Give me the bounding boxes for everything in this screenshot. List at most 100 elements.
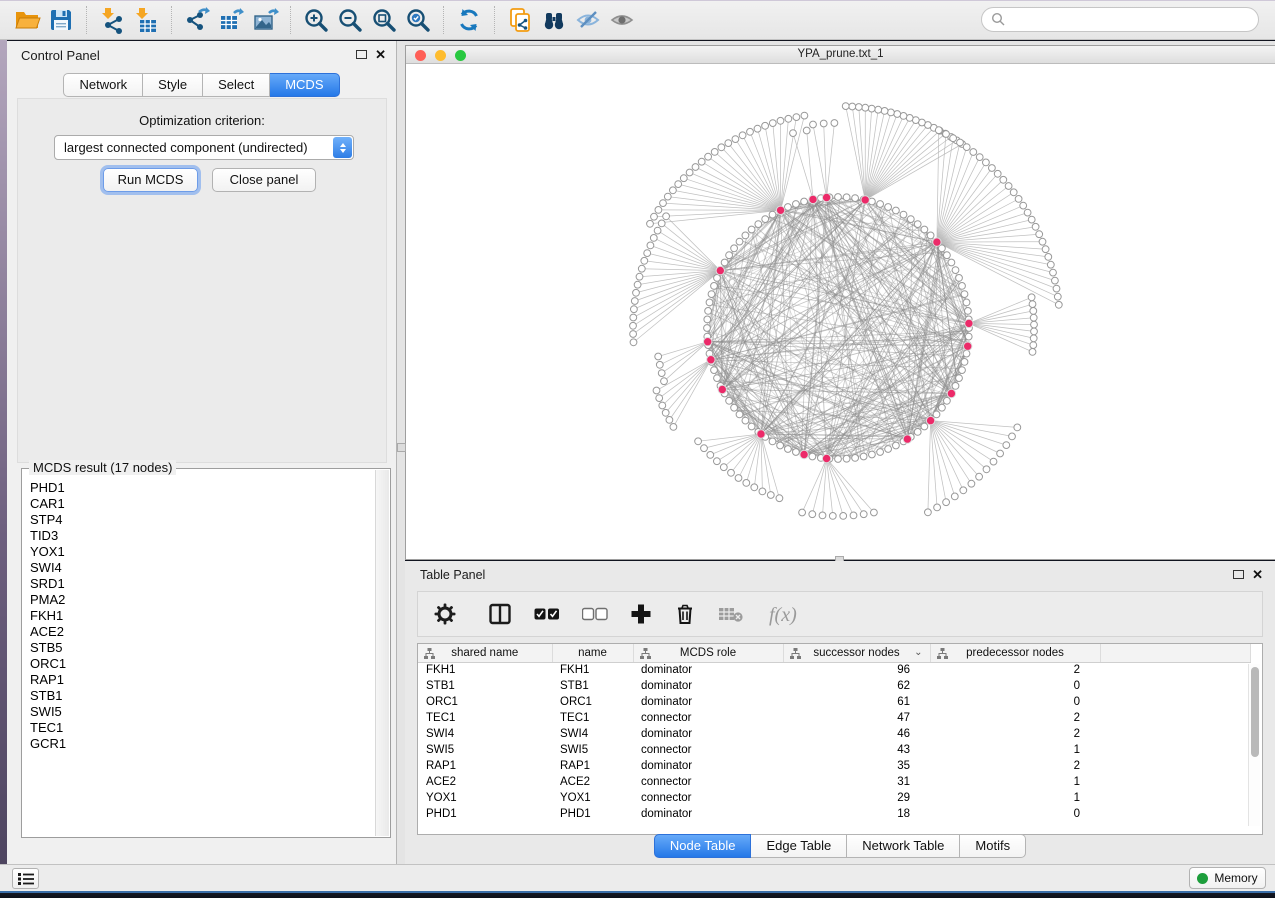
cell-role[interactable]: connector	[633, 710, 783, 726]
find-binoculars-icon[interactable]	[537, 3, 571, 37]
tab-style[interactable]: Style	[143, 73, 203, 97]
delete-table-icon[interactable]	[718, 605, 744, 623]
open-file-icon[interactable]	[10, 3, 44, 37]
tab-network-table[interactable]: Network Table	[847, 834, 960, 858]
column-header-mcds-role[interactable]: MCDS role	[633, 644, 783, 662]
mcds-result-item[interactable]: SWI4	[30, 560, 375, 576]
refresh-icon[interactable]	[452, 3, 486, 37]
table-row[interactable]: SWI5SWI5connector431	[418, 742, 1250, 758]
import-network-icon[interactable]	[95, 3, 129, 37]
mcds-result-item[interactable]: FKH1	[30, 608, 375, 624]
cell-predecessors[interactable]: 0	[930, 678, 1100, 694]
cell-predecessors[interactable]: 2	[930, 726, 1100, 742]
cell-role[interactable]: connector	[633, 774, 783, 790]
window-zoom-icon[interactable]	[455, 50, 466, 61]
table-row[interactable]: TEC1TEC1connector472	[418, 710, 1250, 726]
tab-network[interactable]: Network	[63, 73, 143, 97]
zoom-selected-icon[interactable]	[401, 3, 435, 37]
table-scrollbar[interactable]	[1248, 664, 1260, 826]
window-close-icon[interactable]	[415, 50, 426, 61]
cell-name[interactable]: PHD1	[552, 806, 633, 822]
panel-splitter-vertical[interactable]	[397, 41, 405, 864]
mcds-result-item[interactable]: ACE2	[30, 624, 375, 640]
save-icon[interactable]	[44, 3, 78, 37]
mcds-result-item[interactable]: PMA2	[30, 592, 375, 608]
float-panel-icon[interactable]	[1233, 570, 1244, 579]
cell-role[interactable]: dominator	[633, 662, 783, 678]
table-row[interactable]: ORC1ORC1dominator610	[418, 694, 1250, 710]
criterion-select[interactable]: largest connected component (undirected)	[54, 135, 354, 160]
table-row[interactable]: STB1STB1dominator620	[418, 678, 1250, 694]
table-row[interactable]: ACE2ACE2connector311	[418, 774, 1250, 790]
cell-shared_name[interactable]: STB1	[418, 678, 552, 694]
mcds-result-item[interactable]: PHD1	[30, 480, 375, 496]
column-header-shared-name[interactable]: shared name	[418, 644, 552, 662]
cell-name[interactable]: ORC1	[552, 694, 633, 710]
table-row[interactable]: YOX1YOX1connector291	[418, 790, 1250, 806]
memory-button[interactable]: Memory	[1189, 867, 1266, 889]
export-image-icon[interactable]	[248, 3, 282, 37]
tab-select[interactable]: Select	[203, 73, 270, 97]
column-header-name[interactable]: name	[552, 644, 633, 662]
window-minimize-icon[interactable]	[435, 50, 446, 61]
network-canvas[interactable]	[406, 64, 1274, 559]
table-row[interactable]: FKH1FKH1dominator962	[418, 662, 1250, 678]
clone-network-icon[interactable]	[503, 3, 537, 37]
function-builder-icon[interactable]: f(x)	[766, 601, 806, 627]
cell-role[interactable]: connector	[633, 742, 783, 758]
cell-successors[interactable]: 31	[783, 774, 930, 790]
table-row[interactable]: RAP1RAP1dominator352	[418, 758, 1250, 774]
cell-name[interactable]: FKH1	[552, 662, 633, 678]
cell-name[interactable]: SWI5	[552, 742, 633, 758]
cell-name[interactable]: ACE2	[552, 774, 633, 790]
zoom-fit-icon[interactable]	[367, 3, 401, 37]
table-row[interactable]: PHD1PHD1dominator180	[418, 806, 1250, 822]
select-all-icon[interactable]	[534, 607, 560, 621]
split-view-icon[interactable]	[488, 602, 512, 626]
cell-shared_name[interactable]: SWI5	[418, 742, 552, 758]
settings-gear-icon[interactable]	[434, 603, 456, 625]
cell-role[interactable]: dominator	[633, 694, 783, 710]
export-network-icon[interactable]	[180, 3, 214, 37]
cell-role[interactable]: dominator	[633, 678, 783, 694]
cell-role[interactable]: dominator	[633, 758, 783, 774]
cell-shared_name[interactable]: FKH1	[418, 662, 552, 678]
import-table-icon[interactable]	[129, 3, 163, 37]
cell-predecessors[interactable]: 0	[930, 694, 1100, 710]
mcds-result-item[interactable]: STB1	[30, 688, 375, 704]
mcds-result-item[interactable]: SRD1	[30, 576, 375, 592]
export-table-icon[interactable]	[214, 3, 248, 37]
tab-node-table[interactable]: Node Table	[654, 834, 752, 858]
cell-name[interactable]: TEC1	[552, 710, 633, 726]
cell-predecessors[interactable]: 2	[930, 758, 1100, 774]
cell-predecessors[interactable]: 1	[930, 790, 1100, 806]
run-mcds-button[interactable]: Run MCDS	[103, 168, 198, 192]
table-scrollbar-thumb[interactable]	[1251, 667, 1259, 757]
mcds-result-item[interactable]: GCR1	[30, 736, 375, 752]
cell-name[interactable]: STB1	[552, 678, 633, 694]
cell-shared_name[interactable]: ORC1	[418, 694, 552, 710]
tab-mcds[interactable]: MCDS	[270, 73, 339, 97]
mcds-result-item[interactable]: RAP1	[30, 672, 375, 688]
cell-predecessors[interactable]: 2	[930, 662, 1100, 678]
task-history-button[interactable]	[12, 868, 39, 889]
cell-role[interactable]: connector	[633, 790, 783, 806]
cell-role[interactable]: dominator	[633, 726, 783, 742]
table-row[interactable]: SWI4SWI4dominator462	[418, 726, 1250, 742]
cell-successors[interactable]: 96	[783, 662, 930, 678]
cell-successors[interactable]: 61	[783, 694, 930, 710]
cell-successors[interactable]: 62	[783, 678, 930, 694]
cell-shared_name[interactable]: TEC1	[418, 710, 552, 726]
cell-successors[interactable]: 43	[783, 742, 930, 758]
close-panel-button[interactable]: Close panel	[212, 168, 316, 192]
column-header-predecessor-nodes[interactable]: predecessor nodes	[930, 644, 1100, 662]
show-all-eye-icon[interactable]	[605, 3, 639, 37]
mcds-list-scrollbar[interactable]	[375, 470, 389, 836]
mcds-result-item[interactable]: TEC1	[30, 720, 375, 736]
cell-predecessors[interactable]: 0	[930, 806, 1100, 822]
column-header-successor-nodes[interactable]: successor nodes ⌄	[783, 644, 930, 662]
cell-successors[interactable]: 35	[783, 758, 930, 774]
mcds-result-item[interactable]: STP4	[30, 512, 375, 528]
mcds-result-list[interactable]: PHD1CAR1STP4TID3YOX1SWI4SRD1PMA2FKH1ACE2…	[23, 474, 375, 836]
add-column-icon[interactable]	[630, 603, 652, 625]
